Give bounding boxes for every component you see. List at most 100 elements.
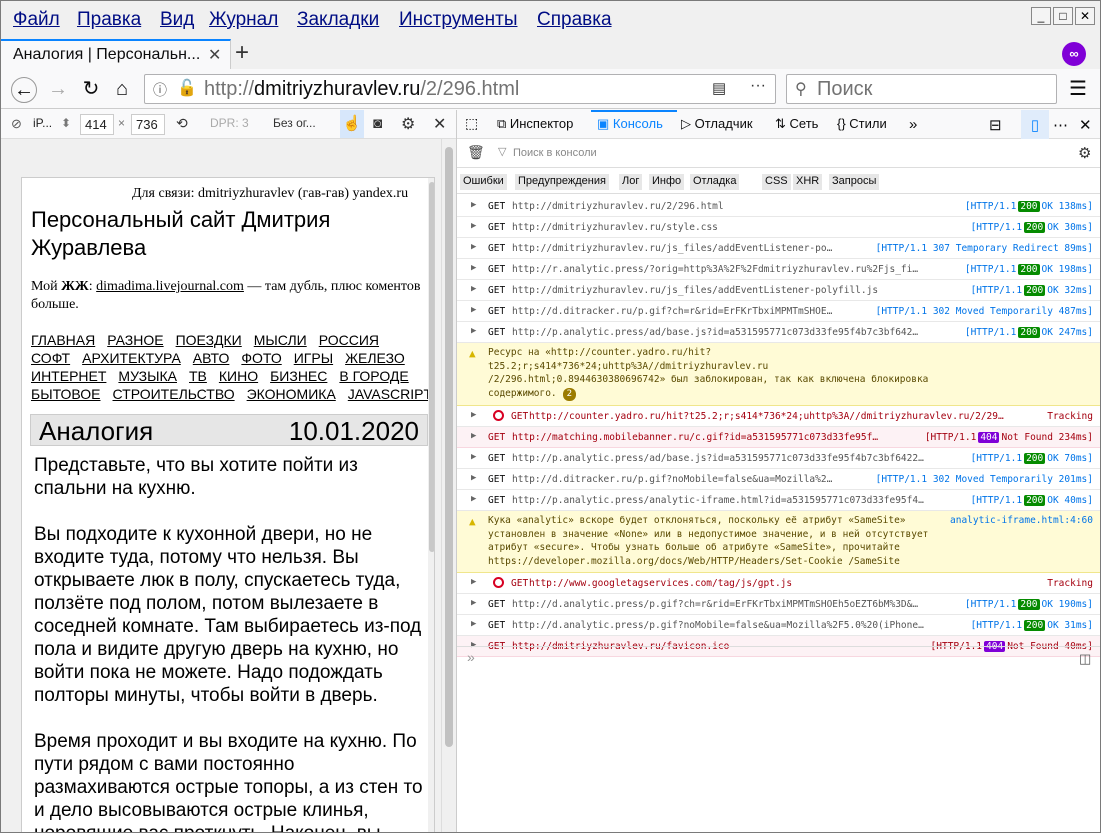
console-request[interactable]: ▶ GET http://dmitriyzhuravlev.ru/2/296.htm… xyxy=(457,196,1100,217)
request-url[interactable]: http://p.analytic.press/analytic-iframe.… xyxy=(512,495,924,506)
new-tab-button[interactable]: + xyxy=(235,39,249,67)
tab-debugger[interactable]: ▷ Отладчик xyxy=(681,110,753,139)
reader-view-icon[interactable]: ▤ xyxy=(712,79,726,97)
viewport-scrollbar[interactable] xyxy=(428,178,434,832)
site-info-icon[interactable]: ⓘ xyxy=(153,80,167,100)
nav-link-glavnaya[interactable]: ГЛАВНАЯ xyxy=(31,332,95,348)
menu-history[interactable]: Журнал xyxy=(209,9,278,31)
warning-source-link[interactable]: analytic-iframe.html:4:60 xyxy=(950,514,1093,528)
expand-arrow-icon[interactable]: ▶ xyxy=(471,284,476,294)
back-button[interactable]: ← xyxy=(11,77,37,103)
expand-arrow-icon[interactable]: ▶ xyxy=(471,242,476,252)
viewport-height-input[interactable]: 736 xyxy=(131,114,165,135)
page-actions-icon[interactable]: ··· xyxy=(750,77,766,95)
console-request[interactable]: ▶ GET http://dmitriyzhuravlev.ru/js_files/… xyxy=(457,280,1100,301)
expand-arrow-icon[interactable]: ▶ xyxy=(471,452,476,462)
console-warning[interactable]: ▲ Ресурс на «http://counter.yadro.ru/hit?… xyxy=(457,343,1100,406)
reload-button[interactable]: ↻ xyxy=(78,77,104,103)
editor-mode-icon[interactable]: ◫ xyxy=(1079,651,1091,667)
minimize-button[interactable]: _ xyxy=(1031,7,1051,25)
request-url[interactable]: http://p.analytic.press/ad/base.js?id=a5… xyxy=(512,327,918,338)
menu-edit[interactable]: Правка xyxy=(77,9,141,31)
nav-link-arhitektura[interactable]: АРХИТЕКТУРА xyxy=(82,350,181,366)
tab-inspector[interactable]: ⧉ Инспектор xyxy=(497,110,573,139)
nav-link-v-gorode[interactable]: В ГОРОДЕ xyxy=(339,368,408,384)
nav-link-avto[interactable]: АВТО xyxy=(193,350,230,366)
filter-log-button[interactable]: Лог xyxy=(619,174,643,190)
nav-link-mysli[interactable]: МЫСЛИ xyxy=(254,332,307,348)
expand-arrow-icon[interactable]: ▶ xyxy=(471,263,476,273)
nav-link-ekonomika[interactable]: ЭКОНОМИКА xyxy=(247,386,336,402)
scrollbar-thumb[interactable] xyxy=(445,147,453,747)
nav-link-bytovoe[interactable]: БЫТОВОЕ xyxy=(31,386,101,402)
livejournal-link[interactable]: dimadima.livejournal.com xyxy=(96,279,244,294)
expand-arrow-icon[interactable]: ▶ xyxy=(471,577,476,587)
nav-link-muzyka[interactable]: МУЗЫКА xyxy=(118,368,177,384)
console-request[interactable]: ▶ GET http://dmitriyzhuravlev.ru/style.css… xyxy=(457,217,1100,238)
filter-errors-button[interactable]: Ошибки xyxy=(460,174,507,190)
console-request[interactable]: ▶ GET http://p.analytic.press/ad/base.js?i… xyxy=(457,322,1100,343)
console-request[interactable]: ▶ GET http://d.analytic.press/p.gif?noMobi… xyxy=(457,615,1100,636)
element-picker-icon[interactable]: ⬚ xyxy=(465,115,478,132)
nav-link-internet[interactable]: ИНТЕРНЕТ xyxy=(31,368,106,384)
filter-css-button[interactable]: CSS xyxy=(762,174,791,190)
throttle-select[interactable]: Без ог... xyxy=(273,116,316,130)
request-url[interactable]: http://d.analytic.press/p.gif?ch=r&rid=E… xyxy=(512,599,918,610)
page-scrollbar[interactable] xyxy=(441,139,456,832)
viewport-width-input[interactable]: 414 xyxy=(80,114,114,135)
nav-link-tv[interactable]: ТВ xyxy=(189,368,207,384)
request-url[interactable]: http://dmitriyzhuravlev.ru/2/296.html xyxy=(512,201,724,212)
device-select[interactable]: iP... xyxy=(33,116,52,130)
nav-link-biznes[interactable]: БИЗНЕС xyxy=(270,368,327,384)
request-url[interactable]: http://counter.yadro.ru/hit?t25.2;r;s414… xyxy=(529,411,1004,422)
expand-arrow-icon[interactable]: ▶ xyxy=(471,200,476,210)
request-url[interactable]: http://matching.mobilebanner.ru/c.gif?id… xyxy=(512,432,878,443)
tab-console[interactable]: ▣ Консоль xyxy=(591,110,677,139)
expand-arrow-icon[interactable]: ▶ xyxy=(471,619,476,629)
expand-arrow-icon[interactable]: ▶ xyxy=(471,305,476,315)
more-tools-icon[interactable]: » xyxy=(909,110,917,139)
request-url[interactable]: http://p.analytic.press/ad/base.js?id=a5… xyxy=(512,453,924,464)
request-url[interactable]: http://dmitriyzhuravlev.ru/js_files/addE… xyxy=(512,285,878,296)
console-request[interactable]: ▶ GET http://d.ditracker.ru/p.gif?noMobile… xyxy=(457,469,1100,490)
emulated-viewport[interactable]: Для связи: dmitriyzhuravlev (гав-гав) ya… xyxy=(21,177,435,832)
request-url[interactable]: http://dmitriyzhuravlev.ru/style.css xyxy=(512,222,718,233)
rotate-icon[interactable]: ⟲ xyxy=(176,115,188,132)
console-filter-input[interactable]: Поиск в консоли xyxy=(513,147,597,159)
console-request-error[interactable]: ▶ GET http://matching.mobilebanner.ru/c.gi… xyxy=(457,427,1100,448)
scrollbar-thumb[interactable] xyxy=(429,182,434,552)
console-request[interactable]: ▶ GET http://d.ditracker.ru/p.gif?ch=r&rid… xyxy=(457,301,1100,322)
nav-link-poezdki[interactable]: ПОЕЗДКИ xyxy=(176,332,242,348)
console-input[interactable]: » ◫ xyxy=(457,646,1100,670)
console-request[interactable]: ▶ GET http://d.analytic.press/p.gif?ch=r&r… xyxy=(457,594,1100,615)
filter-xhr-button[interactable]: XHR xyxy=(793,174,823,190)
maximize-button[interactable]: □ xyxy=(1053,7,1073,25)
expand-arrow-icon[interactable]: ▶ xyxy=(471,598,476,608)
clear-console-icon[interactable]: 🗑 xyxy=(467,144,485,161)
menu-help[interactable]: Справка xyxy=(537,9,612,31)
url-text[interactable]: http://dmitriyzhuravlev.ru/2/296.html xyxy=(204,78,519,101)
forward-button[interactable]: → xyxy=(45,77,71,103)
close-window-button[interactable]: ✕ xyxy=(1075,7,1095,25)
hamburger-menu-icon[interactable]: ☰ xyxy=(1065,77,1091,103)
devtools-close-icon[interactable]: ✕ xyxy=(1079,110,1092,139)
nav-link-kino[interactable]: КИНО xyxy=(219,368,258,384)
home-button[interactable]: ⌂ xyxy=(109,77,135,103)
expand-arrow-icon[interactable]: ▶ xyxy=(471,431,476,441)
console-warning[interactable]: ▲ Кука «analytic» вскоре будет отклонятьс… xyxy=(457,511,1100,573)
tab-active[interactable]: Аналогия | Персональн... ✕ xyxy=(1,39,231,69)
nav-link-stroitelstvo[interactable]: СТРОИТЕЛЬСТВО xyxy=(113,386,235,402)
console-request-blocked[interactable]: ▶ GET http://www.googletagservices.com/tag… xyxy=(457,573,1100,594)
dock-options-icon[interactable]: ⊟ xyxy=(989,110,1002,139)
rdm-settings-icon[interactable]: ⚙ xyxy=(401,114,415,134)
tab-style-editor[interactable]: {} Стили xyxy=(837,110,887,139)
nav-link-foto[interactable]: ФОТО xyxy=(241,350,281,366)
filter-warnings-button[interactable]: Предупреждения xyxy=(515,174,609,190)
devtools-menu-icon[interactable]: ⋯ xyxy=(1053,110,1068,139)
filter-requests-button[interactable]: Запросы xyxy=(829,174,880,190)
nav-link-zhelezo[interactable]: ЖЕЛЕЗО xyxy=(345,350,405,366)
nav-link-raznoe[interactable]: РАЗНОЕ xyxy=(107,332,163,348)
expand-arrow-icon[interactable]: ▶ xyxy=(471,326,476,336)
menu-view[interactable]: Вид xyxy=(160,9,194,31)
rdm-toggle-icon[interactable]: ▯ xyxy=(1021,110,1049,139)
